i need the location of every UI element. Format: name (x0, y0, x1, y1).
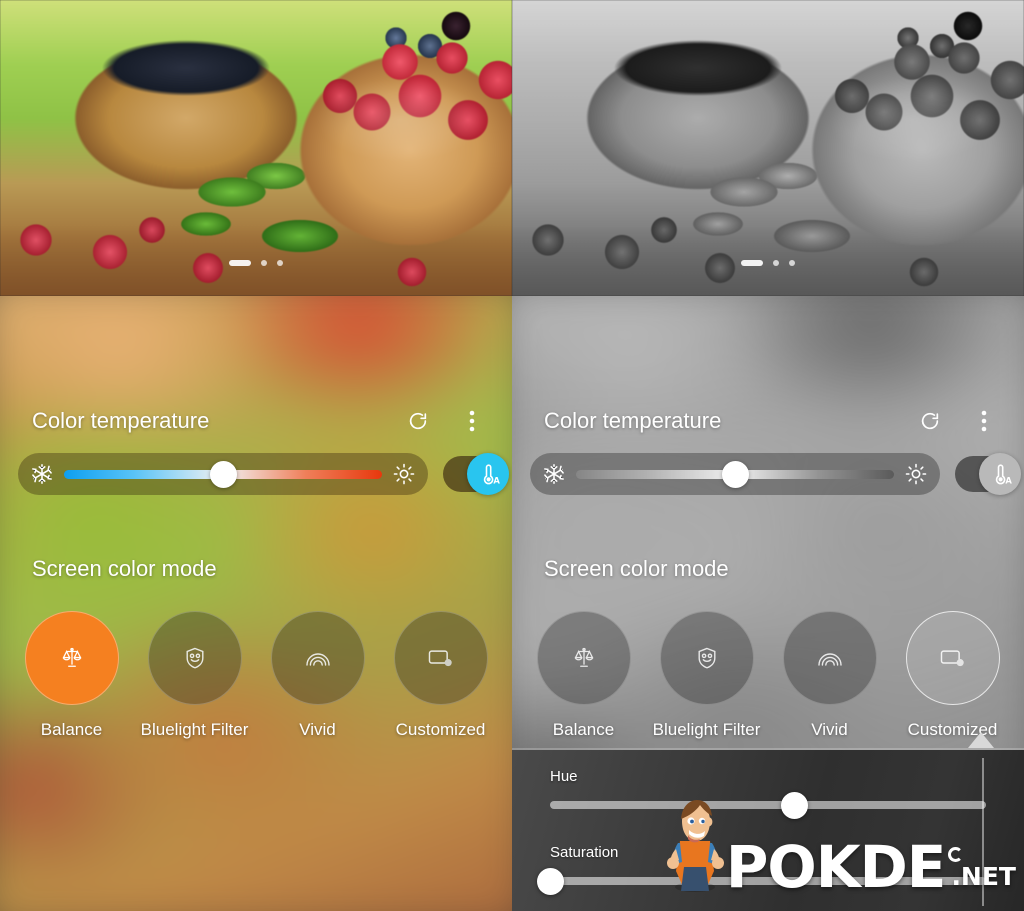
pager-dot[interactable] (789, 260, 795, 266)
svg-text:A: A (1005, 475, 1012, 485)
sun-icon (392, 462, 416, 486)
section-divider (512, 748, 1024, 750)
screen-color-mode-header: Screen color mode (544, 556, 729, 582)
mode-option-bluelight-filter[interactable]: Bluelight Filter (648, 611, 766, 740)
settings-sheet-left: Color temperature A Screen color mode Ba… (0, 296, 512, 911)
saturation-slider-row: Saturation (512, 844, 1024, 895)
saturation-track[interactable] (536, 867, 986, 895)
hue-track[interactable] (550, 791, 986, 819)
shield-eye-icon (182, 645, 208, 671)
mode-circle[interactable] (782, 611, 877, 705)
mode-option-vivid[interactable]: Vivid (259, 611, 377, 740)
mode-circle[interactable] (24, 611, 119, 705)
thermometer-auto-icon[interactable]: A (979, 453, 1021, 495)
color-temperature-title: Color temperature (544, 408, 722, 433)
adjustments-panel: Hue Saturation (512, 750, 1024, 911)
pager-dot-active[interactable] (741, 260, 763, 266)
mode-label: Balance (40, 720, 103, 739)
screen-color-mode-title: Screen color mode (32, 556, 217, 581)
mode-circle[interactable] (536, 611, 631, 705)
snowflake-icon (30, 462, 54, 486)
saturation-label: Saturation (550, 844, 619, 861)
mode-circle[interactable] (270, 611, 365, 705)
color-temperature-handle[interactable] (721, 460, 749, 488)
mode-circle[interactable] (659, 611, 754, 705)
color-temperature-title: Color temperature (32, 408, 210, 433)
color-temperature-slider[interactable] (18, 453, 428, 495)
pager-dot[interactable] (277, 260, 283, 266)
berries-photo (512, 0, 1024, 296)
hue-label: Hue (550, 768, 578, 785)
thermometer-auto-icon[interactable]: A (467, 453, 509, 495)
color-temperature-header: Color temperature (32, 408, 484, 434)
panel-color: Color temperature A Screen color mode Ba… (0, 0, 512, 911)
more-vertical-icon[interactable] (972, 409, 996, 433)
photo-preview-right (512, 0, 1024, 296)
reset-icon[interactable] (406, 409, 430, 433)
hue-slider-row: Hue (512, 768, 1024, 819)
pager-dot-active[interactable] (229, 260, 251, 266)
color-temperature-slider[interactable] (530, 453, 940, 495)
color-temperature-track[interactable] (576, 460, 894, 488)
color-temperature-track[interactable] (64, 460, 382, 488)
berries-photo (0, 0, 512, 296)
screen-color-mode-options-right: Balance Bluelight Filter Vivid Customize… (512, 611, 1024, 740)
mode-label: Vivid (299, 720, 336, 739)
scrollbar-track[interactable] (982, 758, 984, 906)
screen-color-mode-title: Screen color mode (544, 556, 729, 581)
pager-dot[interactable] (261, 260, 267, 266)
mode-option-balance[interactable]: Balance (525, 611, 643, 740)
mode-circle[interactable] (393, 611, 488, 705)
hue-handle[interactable] (780, 791, 808, 819)
saturation-handle[interactable] (536, 867, 564, 895)
sun-icon (904, 462, 928, 486)
settings-sheet-right: Color temperature A Screen color mode Ba… (512, 296, 1024, 911)
mode-label: Vivid (811, 720, 848, 739)
pager-left[interactable] (229, 260, 283, 266)
mode-circle[interactable] (147, 611, 242, 705)
mode-option-customized[interactable]: Customized (894, 611, 1012, 740)
rainbow-icon (816, 647, 844, 669)
screen-color-mode-options-left: Balance Bluelight Filter Vivid Customize… (0, 611, 512, 740)
comparison-stage: Color temperature A Screen color mode Ba… (0, 0, 1024, 911)
panel-grayscale: Color temperature A Screen color mode Ba… (512, 0, 1024, 911)
mode-label: Customized (395, 720, 486, 739)
mode-option-customized[interactable]: Customized (382, 611, 500, 740)
mode-option-vivid[interactable]: Vivid (771, 611, 889, 740)
auto-temperature-toggle[interactable]: A (443, 453, 509, 495)
screen-color-mode-header: Screen color mode (32, 556, 217, 582)
more-vertical-icon[interactable] (460, 409, 484, 433)
mode-label: Bluelight Filter (652, 720, 761, 739)
pager-dot[interactable] (773, 260, 779, 266)
balance-scale-icon (571, 645, 597, 671)
auto-temperature-toggle[interactable]: A (955, 453, 1021, 495)
color-temperature-handle[interactable] (209, 460, 237, 488)
caret-up-icon[interactable] (968, 732, 994, 753)
mode-label: Balance (552, 720, 615, 739)
mode-option-bluelight-filter[interactable]: Bluelight Filter (136, 611, 254, 740)
mode-option-balance[interactable]: Balance (13, 611, 131, 740)
shield-eye-icon (694, 645, 720, 671)
snowflake-icon (542, 462, 566, 486)
rainbow-icon (304, 647, 332, 669)
monitor-settings-icon (939, 647, 966, 669)
color-temperature-header: Color temperature (544, 408, 996, 434)
svg-text:A: A (493, 475, 500, 485)
photo-preview-left (0, 0, 512, 296)
monitor-settings-icon (427, 647, 454, 669)
reset-icon[interactable] (918, 409, 942, 433)
mode-label: Bluelight Filter (140, 720, 249, 739)
balance-scale-icon (59, 645, 85, 671)
pager-right[interactable] (741, 260, 795, 266)
mode-circle[interactable] (905, 611, 1000, 705)
